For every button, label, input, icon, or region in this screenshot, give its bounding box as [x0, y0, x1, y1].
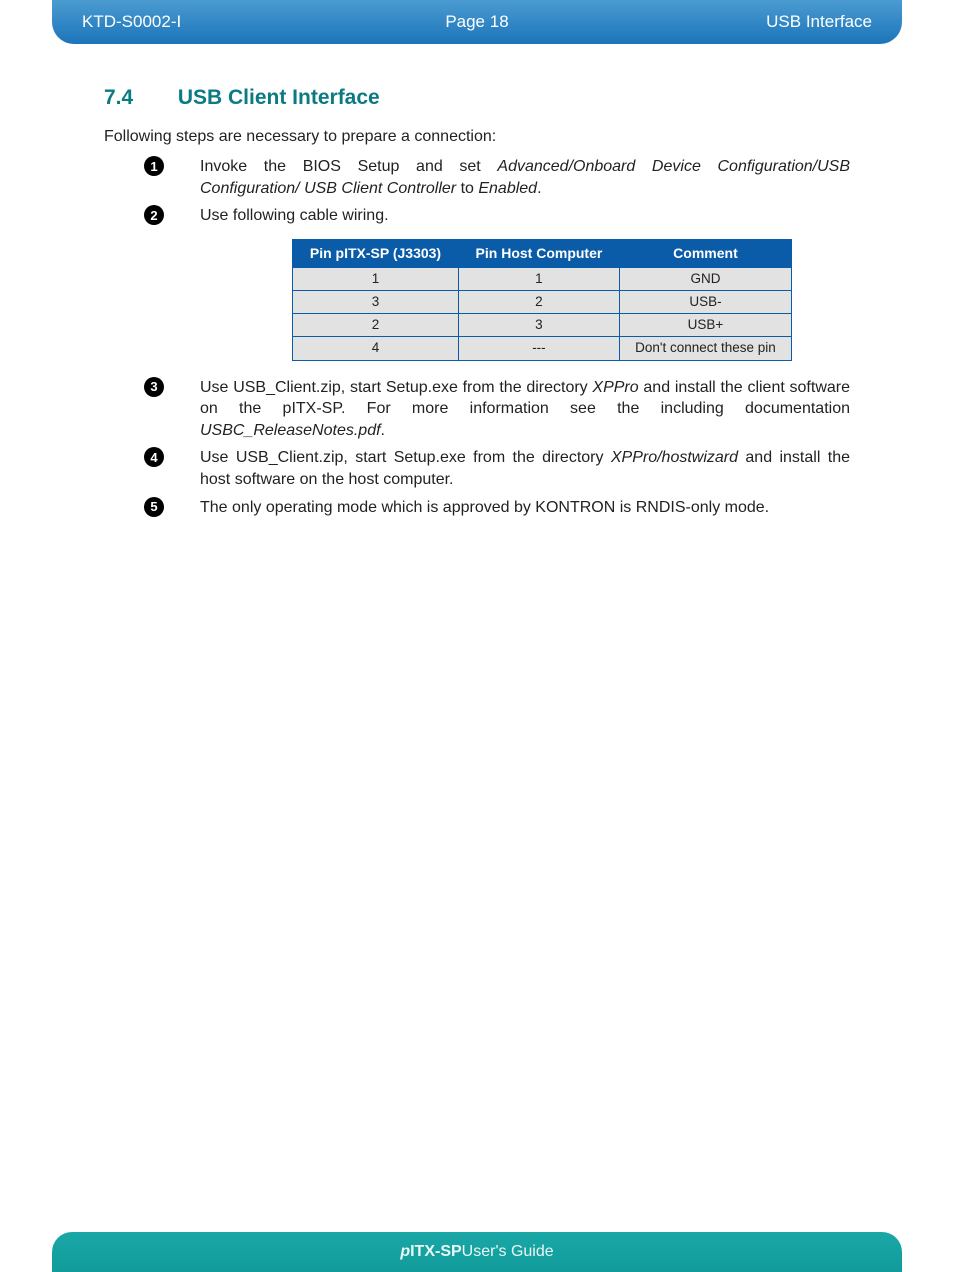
step-2: 2 Use following cable wiring. Pin pITX-S…	[144, 205, 850, 360]
bullet-5-icon: 5	[144, 497, 164, 517]
cell: Don't connect these pin	[619, 337, 791, 360]
step-4-text-a: Use USB_Client.zip, start Setup.exe from…	[200, 449, 611, 466]
step-4-dir: XPPro/hostwizard	[611, 449, 738, 466]
section-title: USB Client Interface	[178, 86, 380, 109]
page-number: Page 18	[345, 12, 608, 32]
step-5: 5 The only operating mode which is appro…	[144, 497, 850, 519]
step-3-text-a: Use USB_Client.zip, start Setup.exe from…	[200, 379, 592, 396]
step-1-text-b: to	[456, 180, 478, 197]
th-comment: Comment	[619, 239, 791, 267]
cell: 2	[293, 314, 459, 337]
section-number: 7.4	[104, 86, 172, 110]
steps-list: 1 Invoke the BIOS Setup and set Advanced…	[104, 156, 850, 518]
cell: 2	[458, 290, 619, 313]
step-1-enabled: Enabled	[478, 180, 537, 197]
cell: 4	[293, 337, 459, 360]
cell: 1	[293, 267, 459, 290]
step-2-text: Use following cable wiring.	[200, 207, 389, 224]
wiring-table: Pin pITX-SP (J3303) Pin Host Computer Co…	[292, 239, 792, 361]
table-row: 3 2 USB-	[293, 290, 792, 313]
table-row: 4 --- Don't connect these pin	[293, 337, 792, 360]
page-header: KTD-S0002-I Page 18 USB Interface	[52, 0, 902, 44]
doc-code: KTD-S0002-I	[82, 12, 345, 32]
footer-rest: User's Guide	[462, 1243, 554, 1261]
footer-prefix-bold: ITX-SP	[410, 1243, 462, 1261]
section-name: USB Interface	[609, 12, 872, 32]
table-header-row: Pin pITX-SP (J3303) Pin Host Computer Co…	[293, 239, 792, 267]
page-content: 7.4 USB Client Interface Following steps…	[104, 86, 850, 524]
cell: USB+	[619, 314, 791, 337]
table-row: 2 3 USB+	[293, 314, 792, 337]
step-1-text-a: Invoke the BIOS Setup and set	[200, 158, 497, 175]
bullet-1-icon: 1	[144, 156, 164, 176]
step-3-text-c: .	[381, 422, 385, 439]
bullet-2-icon: 2	[144, 205, 164, 225]
cell: 1	[458, 267, 619, 290]
th-pin-host: Pin Host Computer	[458, 239, 619, 267]
cell: USB-	[619, 290, 791, 313]
bullet-3-icon: 3	[144, 377, 164, 397]
step-1-text-c: .	[537, 180, 541, 197]
bullet-4-icon: 4	[144, 447, 164, 467]
step-1: 1 Invoke the BIOS Setup and set Advanced…	[144, 156, 850, 199]
table-row: 1 1 GND	[293, 267, 792, 290]
page-footer: pITX-SP User's Guide	[52, 1232, 902, 1272]
th-pin-pitx: Pin pITX-SP (J3303)	[293, 239, 459, 267]
cell: 3	[293, 290, 459, 313]
intro-text: Following steps are necessary to prepare…	[104, 128, 850, 146]
cell: GND	[619, 267, 791, 290]
step-4: 4 Use USB_Client.zip, start Setup.exe fr…	[144, 447, 850, 490]
section-heading: 7.4 USB Client Interface	[104, 86, 850, 110]
footer-prefix-ital: p	[400, 1243, 410, 1261]
cell: ---	[458, 337, 619, 360]
step-5-text: The only operating mode which is approve…	[200, 499, 769, 516]
step-3: 3 Use USB_Client.zip, start Setup.exe fr…	[144, 377, 850, 442]
step-3-doc: USBC_ReleaseNotes.pdf	[200, 422, 381, 439]
step-3-dir: XPPro	[592, 379, 638, 396]
cell: 3	[458, 314, 619, 337]
